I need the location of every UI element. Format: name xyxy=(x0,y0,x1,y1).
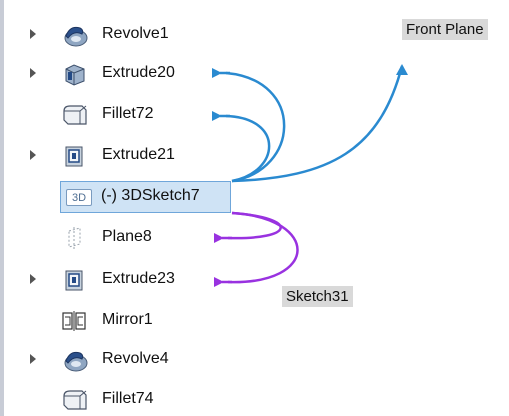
3d-sketch-icon: 3D xyxy=(66,189,92,206)
parent-arrow-extrude20 xyxy=(225,71,286,183)
tree-item-label: Revolve1 xyxy=(102,25,169,42)
extrude-icon xyxy=(65,146,83,167)
revolve-icon xyxy=(64,351,88,372)
extrude-icon xyxy=(65,270,83,291)
parent-arrow-fillet72 xyxy=(225,114,271,183)
child-arrow-plane8 xyxy=(227,211,282,240)
child-arrow-extrude23 xyxy=(227,211,299,284)
expand-arrow-icon[interactable] xyxy=(30,354,36,364)
fillet-icon xyxy=(63,105,87,125)
plane-icon xyxy=(68,227,81,249)
expand-arrow-icon[interactable] xyxy=(30,150,36,160)
mirror-icon xyxy=(62,311,86,331)
tree-item-label: Extrude21 xyxy=(102,146,175,163)
front-plane-callout: Front Plane xyxy=(402,19,488,40)
revolve-icon xyxy=(64,26,88,47)
fillet-icon xyxy=(63,390,87,410)
sketch31-callout: Sketch31 xyxy=(282,286,353,307)
extrude-icon xyxy=(65,64,85,86)
expand-arrow-icon[interactable] xyxy=(30,29,36,39)
tree-item-label: Plane8 xyxy=(102,228,152,245)
tree-item-label: Revolve4 xyxy=(102,350,169,367)
tree-item-label: Fillet74 xyxy=(102,390,154,407)
tree-item-label: Extrude23 xyxy=(102,270,175,287)
tree-pane-border xyxy=(0,0,4,416)
expand-arrow-icon[interactable] xyxy=(30,68,36,78)
tree-item-label: Extrude20 xyxy=(102,64,175,81)
tree-item-label: (-) 3DSketch7 xyxy=(101,187,200,204)
expand-arrow-icon[interactable] xyxy=(30,274,36,284)
parent-arrow-front-plane xyxy=(231,64,408,183)
tree-item-label: Mirror1 xyxy=(102,311,153,328)
tree-item-label: Fillet72 xyxy=(102,105,154,122)
